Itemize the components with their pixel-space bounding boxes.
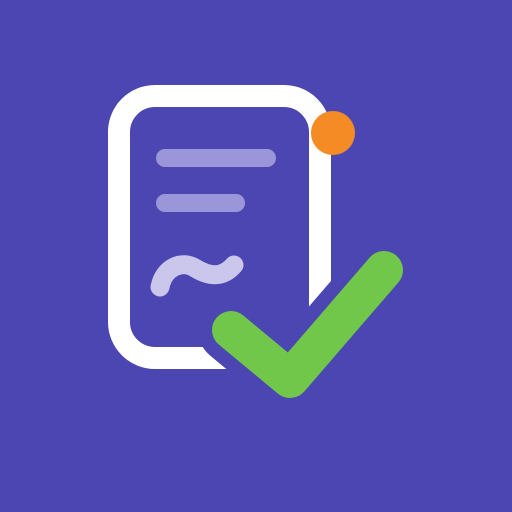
signed-document-check-icon bbox=[0, 0, 512, 512]
app-icon bbox=[0, 0, 512, 512]
notification-dot bbox=[311, 111, 355, 155]
